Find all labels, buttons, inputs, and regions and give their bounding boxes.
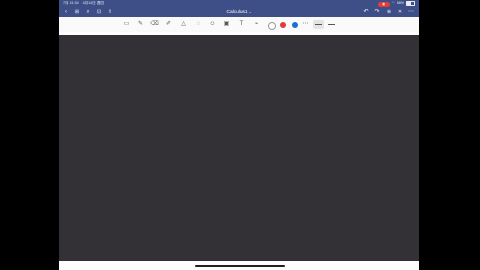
color-swatch-white[interactable] [268,21,276,30]
image-icon[interactable]: ▣ [222,20,231,29]
text-icon[interactable]: T [237,20,246,29]
sticker-icon[interactable]: ☺ [208,20,217,29]
search-icon[interactable]: ⌕ [83,7,93,17]
pen-icon[interactable]: ✎ [136,20,145,29]
chevron-down-icon: ⌄ [248,10,252,14]
more-colors-icon[interactable]: ⋯ [301,20,310,29]
highlighter-icon[interactable]: ✐ [164,20,173,29]
status-bar: 7月 41:34 4月14日 週四 ◉ ◠ 58% [59,0,419,7]
stroke-width-medium-button[interactable] [326,20,337,29]
shapes-icon[interactable]: △ [179,20,188,29]
battery-percent: 58% [396,1,404,5]
eraser-icon[interactable]: ⌫ [150,20,159,29]
stroke-width-thin-button[interactable] [313,20,324,29]
home-indicator[interactable] [195,265,285,267]
more-icon[interactable]: ⋯ [406,7,416,17]
undo-icon[interactable]: ↶ [361,7,371,17]
share-icon[interactable]: ⇧ [105,7,115,17]
tool-bar: ▭ ✎ ⌫ ✐ △ ◌ ☺ ▣ T ⌁ ⋯ [59,17,419,33]
status-date: 4月14日 週四 [82,1,104,5]
close-icon[interactable]: ✕ [395,7,405,17]
back-icon[interactable]: ‹ [61,7,71,17]
add-page-icon[interactable]: ⊕ [384,7,394,17]
grid-icon[interactable]: ⊞ [72,7,82,17]
document-title: Calculus1 [226,10,248,15]
wifi-icon: ◠ [391,1,395,5]
redo-icon[interactable]: ↷ [372,7,382,17]
laser-pointer-icon[interactable]: ⌁ [252,20,261,29]
document-navbar: ‹ ⊞ ⌕ ⊡ ⇧ Calculus1⌄ ↶ ↷ ⊕ ✕ ⋯ [59,7,419,17]
color-swatch-blue[interactable] [292,21,298,28]
lasso-icon[interactable]: ◌ [194,20,203,29]
note-canvas[interactable] [59,35,419,261]
battery-icon [406,1,415,6]
bookmark-icon[interactable]: ⊡ [94,7,104,17]
read-only-icon[interactable]: ▭ [122,20,131,29]
screen-recording-indicator: ◉ [377,1,390,7]
status-time: 7月 41:34 [63,1,79,5]
document-title-button[interactable]: Calculus1⌄ [189,7,289,17]
ipad-screen: 7月 41:34 4月14日 週四 ◉ ◠ 58% ‹ ⊞ ⌕ ⊡ ⇧ Calc… [59,0,419,270]
color-swatch-red[interactable] [280,21,286,28]
